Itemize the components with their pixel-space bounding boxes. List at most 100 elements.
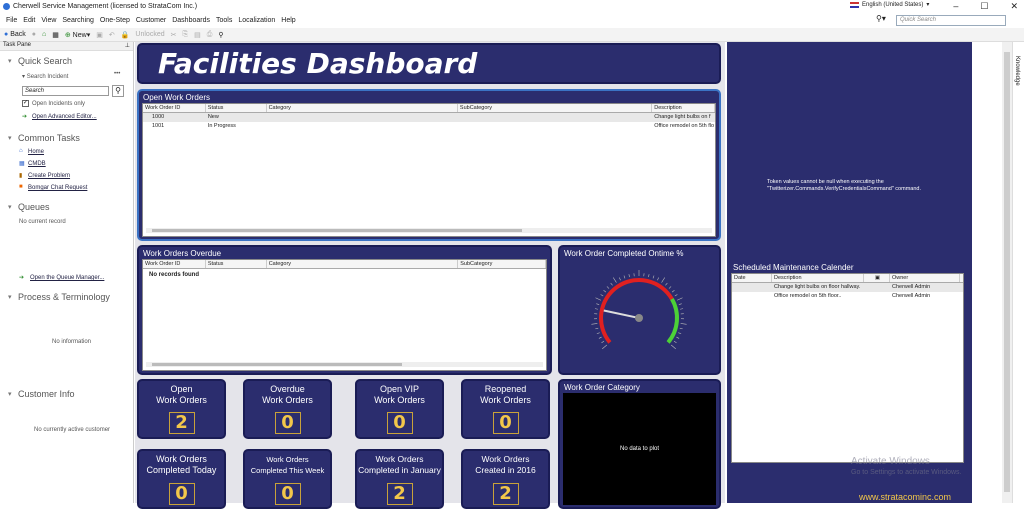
gauge-tick — [679, 304, 682, 305]
tile-overdue-work-orders[interactable]: Overdue Work Orders 0 — [243, 379, 332, 439]
table-row[interactable]: 1000 New Change light bulbs on f — [143, 113, 715, 122]
menu-view[interactable]: View — [41, 17, 56, 24]
collapse-icon[interactable]: ▾ — [8, 57, 12, 65]
back-button[interactable]: ● Back — [4, 31, 26, 38]
search-incident-label[interactable]: ▾ Search Incident — [22, 73, 68, 80]
more-options-icon[interactable]: ••• — [114, 71, 120, 77]
quick-search-input[interactable]: Quick Search — [896, 15, 1006, 26]
table-row[interactable]: 1001 In Progress Office remodel on 5th f… — [143, 122, 715, 131]
print-icon[interactable]: ⎙ — [207, 31, 213, 39]
tile-value: 0 — [275, 483, 301, 505]
collapse-icon[interactable]: ▾ — [8, 390, 12, 398]
menu-one-step[interactable]: One-Step — [100, 17, 130, 24]
collapse-icon[interactable]: ▾ — [8, 293, 12, 301]
gauge-tick — [653, 276, 654, 279]
calendar-icon[interactable]: ▦ — [52, 31, 59, 39]
column-header[interactable]: Description — [652, 104, 715, 112]
process-heading: Process & Terminology — [18, 292, 110, 302]
task-bomgar-link[interactable]: Bomgar Chat Request — [28, 185, 87, 191]
tile-open-vip-work-orders[interactable]: Open VIP Work Orders 0 — [355, 379, 444, 439]
column-header[interactable]: Date — [732, 274, 772, 282]
gauge-tick — [662, 278, 665, 283]
overdue-grid[interactable]: Work Order ID Status Category SubCategor… — [142, 259, 547, 371]
dashboard-title-banner: Facilities Dashboard — [137, 43, 721, 84]
queue-manager-link[interactable]: Open the Queue Manager... — [30, 275, 104, 281]
forward-icon[interactable]: ● — [32, 31, 36, 38]
search-button[interactable]: ⚲ — [112, 85, 124, 97]
gauge-tick — [601, 341, 604, 343]
column-header[interactable]: Category — [267, 104, 458, 112]
maximize-button[interactable]: ☐ — [980, 1, 988, 12]
gauge-green-band — [668, 299, 677, 342]
gauge-tick — [597, 333, 600, 334]
open-incidents-checkbox[interactable]: ✓ — [22, 100, 29, 107]
knowledge-tab[interactable]: Knowledge — [1012, 42, 1024, 503]
column-header[interactable]: SubCategory — [458, 104, 652, 112]
copy-icon[interactable]: ⎘ — [182, 31, 188, 39]
lock-icon: ▣ — [875, 275, 880, 281]
cut-icon[interactable]: ✂ — [171, 31, 177, 39]
back-icon: ● — [4, 31, 8, 38]
column-header[interactable]: Status — [206, 104, 267, 112]
column-header[interactable]: ▣ — [864, 274, 890, 282]
activate-windows-title: Activate Windows — [851, 456, 930, 467]
column-header[interactable]: Work Order ID — [143, 260, 206, 268]
menu-localization[interactable]: Localization — [238, 17, 275, 24]
task-home-link[interactable]: Home — [28, 149, 44, 155]
table-row[interactable]: Change light bulbs on floor hallway. Che… — [732, 283, 963, 292]
gauge-tick — [676, 337, 679, 338]
save-icon[interactable]: ▣ — [96, 31, 103, 39]
advanced-editor-link[interactable]: Open Advanced Editor... — [32, 114, 97, 120]
menu-edit[interactable]: Edit — [23, 17, 35, 24]
pin-icon[interactable]: ⊥ — [125, 42, 130, 49]
tile-reopened-work-orders[interactable]: Reopened Work Orders 0 — [461, 379, 550, 439]
search-icon[interactable]: ⚲▾ — [876, 14, 886, 23]
paste-icon[interactable]: ▤ — [194, 31, 201, 39]
column-header[interactable]: Status — [206, 260, 267, 268]
lock-icon[interactable]: 🔒 — [121, 31, 130, 39]
task-create-problem-link[interactable]: Create Problem — [28, 173, 70, 179]
column-header[interactable]: SubCategory — [458, 260, 546, 268]
close-button[interactable]: ✕ — [1010, 1, 1018, 12]
horizontal-scrollbar[interactable] — [146, 362, 543, 367]
menu-customer[interactable]: Customer — [136, 17, 166, 24]
tile-value: 2 — [387, 483, 413, 505]
search-input[interactable]: Search — [22, 86, 109, 96]
minimize-button[interactable]: – — [953, 1, 958, 12]
column-header[interactable]: Category — [267, 260, 459, 268]
tile-open-work-orders[interactable]: Open Work Orders 2 — [137, 379, 226, 439]
tile-completed-january[interactable]: Work Orders Completed in January 2 — [355, 449, 444, 509]
column-header[interactable]: Work Order ID — [143, 104, 206, 112]
vertical-scrollbar[interactable] — [1002, 42, 1012, 503]
search-icon: ⚲ — [115, 86, 121, 95]
find-icon[interactable]: ⚲ — [218, 31, 223, 39]
menu-file[interactable]: File — [6, 17, 17, 24]
home-icon[interactable]: ⌂ — [42, 31, 46, 38]
gauge-tick — [602, 345, 607, 349]
unlocked-label[interactable]: Unlocked — [135, 31, 164, 38]
task-cmdb-link[interactable]: CMDB — [28, 161, 46, 167]
table-row[interactable]: Office remodel on 5th floor.. Cherwell A… — [732, 292, 963, 301]
grid-header: Work Order ID Status Category SubCategor… — [143, 104, 715, 113]
new-button[interactable]: ⊕ New▾ — [65, 31, 90, 39]
tile-completed-this-week[interactable]: Work Orders Completed This Week 0 — [243, 449, 332, 509]
maintenance-grid[interactable]: Date Description ▣ Owner Change light bu… — [731, 273, 964, 463]
tile-created-2016[interactable]: Work Orders Created in 2016 2 — [461, 449, 550, 509]
menu-help[interactable]: Help — [281, 17, 295, 24]
open-work-orders-grid[interactable]: Work Order ID Status Category SubCategor… — [142, 103, 716, 237]
column-header[interactable]: Owner — [890, 274, 960, 282]
language-selector[interactable]: English (United States) ▾ — [850, 1, 929, 8]
undo-icon[interactable]: ↶ — [109, 31, 115, 39]
gauge-tick — [601, 294, 604, 296]
knowledge-tab-label: Knowledge — [1014, 56, 1020, 86]
column-header[interactable]: Description — [772, 274, 864, 282]
tile-completed-today[interactable]: Work Orders Completed Today 0 — [137, 449, 226, 509]
menu-dashboards[interactable]: Dashboards — [172, 17, 210, 24]
collapse-icon[interactable]: ▾ — [8, 134, 12, 142]
cell-category — [267, 122, 458, 131]
footer-url[interactable]: www.stratacominc.com — [859, 492, 951, 502]
collapse-icon[interactable]: ▾ — [8, 203, 12, 211]
menu-searching[interactable]: Searching — [62, 17, 94, 24]
menu-tools[interactable]: Tools — [216, 17, 232, 24]
horizontal-scrollbar[interactable] — [146, 228, 712, 233]
